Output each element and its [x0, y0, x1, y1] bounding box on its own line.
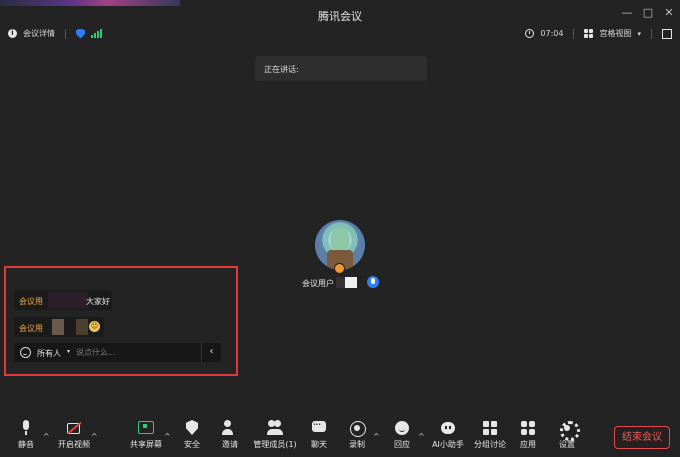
message-sender: 会议用 — [19, 324, 43, 333]
info-bar: i 会议详情 07:04 宫格视图 ▾ — [0, 28, 680, 44]
info-icon[interactable]: i — [8, 29, 17, 38]
invite-button[interactable]: 邀请 — [218, 420, 242, 450]
redacted-block — [76, 319, 88, 335]
view-mode-button[interactable]: 宫格视图 — [599, 28, 631, 39]
shield-icon — [184, 420, 200, 436]
security-button[interactable]: 安全 — [180, 420, 204, 450]
emoji-reaction-icon: ☺ — [89, 321, 100, 332]
record-options-caret[interactable]: ^ — [373, 432, 380, 441]
breakout-rooms-button[interactable]: 分组讨论 — [472, 420, 508, 450]
minimize-button[interactable]: — — [620, 6, 634, 19]
camera-off-icon — [66, 420, 82, 436]
meeting-toolbar: 静音 ^ 开启视频 ^ 共享屏幕 ^ 安全 邀请 管理成员(1) 聊天 录制 ^… — [0, 420, 680, 457]
invite-icon — [222, 420, 238, 436]
mute-button[interactable]: 静音 — [12, 420, 40, 450]
redacted-block — [336, 277, 345, 288]
clock-icon — [525, 29, 535, 38]
wallpaper-strip — [0, 0, 180, 6]
chat-message: 会议用 大家好 — [14, 290, 112, 310]
meeting-timer: 07:04 — [540, 29, 564, 38]
redacted-block — [345, 277, 357, 288]
maximize-button[interactable]: □ — [641, 6, 655, 19]
start-video-button[interactable]: 开启视频 — [56, 420, 92, 450]
share-screen-icon — [138, 420, 154, 436]
settings-button[interactable]: 设置 — [555, 420, 580, 450]
divider — [65, 28, 66, 39]
grid-view-icon[interactable] — [584, 29, 594, 38]
reaction-options-caret[interactable]: ^ — [418, 432, 425, 441]
chat-message: 会议用 ☺ — [14, 317, 104, 337]
chevron-down-icon[interactable]: ▾ — [637, 30, 641, 38]
ai-assistant-icon — [440, 420, 456, 436]
video-options-caret[interactable]: ^ — [91, 432, 98, 441]
gear-icon — [559, 420, 580, 441]
divider — [573, 28, 575, 39]
members-icon — [267, 420, 283, 436]
divider — [651, 28, 652, 39]
ai-assistant-button[interactable]: AI小助手 — [430, 420, 466, 450]
redacted-block — [52, 319, 64, 335]
title-bar: 腾讯会议 — □ ✕ — [0, 0, 680, 28]
close-button[interactable]: ✕ — [662, 6, 676, 19]
signal-strength-icon[interactable] — [91, 29, 102, 38]
emoji-icon[interactable] — [20, 347, 31, 358]
mic-icon — [18, 420, 34, 436]
collapse-chat-button[interactable]: ‹ — [201, 343, 221, 362]
apps-button[interactable]: 应用 — [516, 420, 540, 450]
mute-options-caret[interactable]: ^ — [43, 432, 50, 441]
manage-members-button[interactable]: 管理成员(1) — [252, 420, 298, 450]
meeting-details-link[interactable]: 会议详情 — [23, 28, 55, 39]
record-button[interactable]: 录制 — [345, 420, 369, 450]
share-screen-button[interactable]: 共享屏幕 — [128, 420, 164, 450]
chat-button[interactable]: 聊天 — [307, 420, 331, 450]
apps-icon — [520, 420, 536, 436]
chevron-down-icon[interactable]: ▾ — [67, 348, 70, 355]
chat-input-bar: 所有人 ▾ ‹ — [14, 343, 221, 362]
end-meeting-button[interactable]: 结束会议 — [614, 426, 670, 449]
chat-icon — [311, 420, 327, 436]
microphone-status-icon — [367, 276, 379, 288]
chat-overlay: 会议用 大家好 会议用 ☺ 所有人 ▾ ‹ — [4, 266, 238, 376]
participant-name: 会议用户 — [302, 279, 334, 288]
fullscreen-icon[interactable] — [662, 28, 672, 39]
host-badge-icon — [334, 263, 345, 274]
record-icon — [349, 420, 366, 437]
reaction-button[interactable]: 回应 — [390, 420, 414, 450]
share-options-caret[interactable]: ^ — [164, 432, 171, 441]
redacted-block — [48, 292, 88, 308]
app-title: 腾讯会议 — [318, 10, 362, 23]
breakout-icon — [482, 420, 498, 436]
shield-icon[interactable] — [76, 28, 85, 39]
chat-input[interactable] — [76, 345, 196, 360]
recipient-selector[interactable]: 所有人 — [37, 348, 61, 359]
speaking-indicator: 正在讲话: — [255, 56, 427, 81]
message-text: 大家好 — [86, 297, 110, 306]
message-sender: 会议用 — [19, 297, 43, 306]
reaction-icon — [394, 420, 410, 436]
